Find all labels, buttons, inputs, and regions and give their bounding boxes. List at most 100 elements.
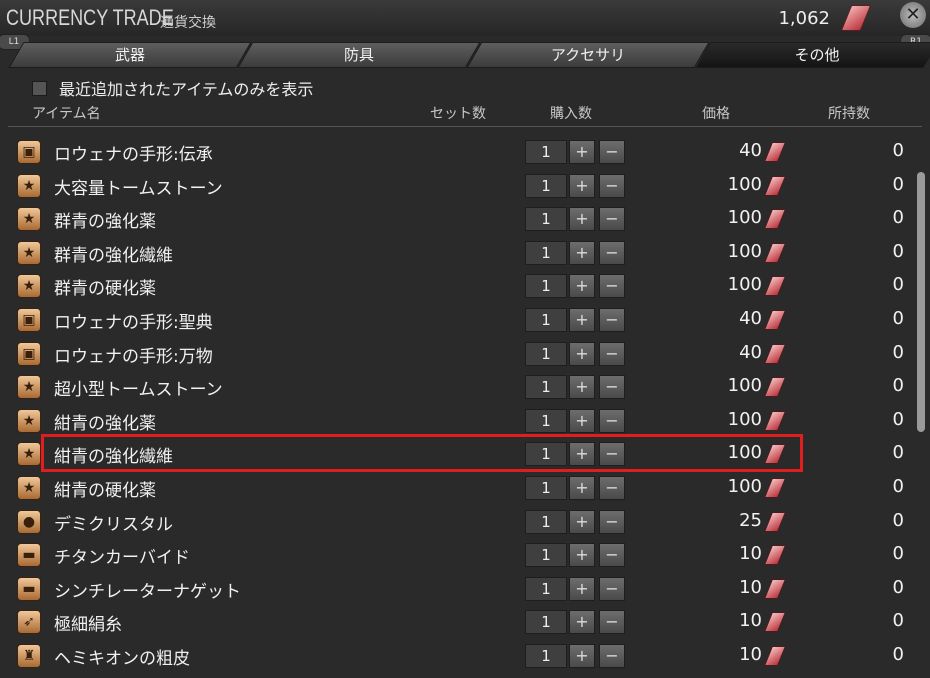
quantity-field[interactable]: 1: [525, 475, 567, 500]
decrease-button[interactable]: −: [599, 274, 625, 299]
decrease-button[interactable]: −: [599, 610, 625, 635]
increase-button[interactable]: +: [569, 240, 595, 265]
item-owned: 0: [892, 442, 904, 464]
decrease-button[interactable]: −: [599, 475, 625, 500]
decrease-button[interactable]: −: [599, 408, 625, 433]
decrease-button[interactable]: −: [599, 643, 625, 668]
quantity-field[interactable]: 1: [525, 610, 567, 635]
item-price: 10: [739, 610, 762, 632]
quantity-field[interactable]: 1: [525, 307, 567, 332]
selection-highlight: [41, 434, 803, 472]
decrease-button[interactable]: −: [599, 375, 625, 400]
tomestone-icon: [763, 477, 787, 498]
tomestone-icon: [763, 578, 787, 599]
item-name: 群青の強化繊維: [54, 245, 173, 266]
increase-button[interactable]: +: [569, 610, 595, 635]
list-item[interactable]: ● デミクリスタル 1 + − 25 0: [8, 503, 904, 537]
tomestone-icon: [763, 242, 787, 263]
tab-other[interactable]: その他: [695, 42, 930, 68]
list-item[interactable]: ▬ チタンカーバイド 1 + − 10 0: [8, 536, 904, 570]
quantity-field[interactable]: 1: [525, 408, 567, 433]
tomestone-icon: [763, 511, 787, 532]
quantity-field[interactable]: 1: [525, 643, 567, 668]
tomestone-icon: [763, 209, 787, 230]
item-name: 超小型トームストーン: [54, 380, 223, 401]
quantity-field[interactable]: 1: [525, 341, 567, 366]
quantity-field[interactable]: 1: [525, 207, 567, 232]
increase-button[interactable]: +: [569, 207, 595, 232]
decrease-button[interactable]: −: [599, 543, 625, 568]
item-price: 10: [739, 576, 762, 598]
item-name: チタンカーバイド: [54, 548, 190, 569]
decrease-button[interactable]: −: [599, 509, 625, 534]
filter-recent-only[interactable]: 最近追加されたアイテムのみを表示: [32, 77, 313, 99]
quantity-field[interactable]: 1: [525, 140, 567, 164]
increase-button[interactable]: +: [569, 543, 595, 568]
close-icon[interactable]: ✕: [900, 2, 926, 28]
increase-button[interactable]: +: [569, 576, 595, 601]
list-item[interactable]: ★ 群青の硬化薬 1 + − 100 0: [8, 267, 904, 301]
increase-button[interactable]: +: [569, 274, 595, 299]
decrease-button[interactable]: −: [599, 307, 625, 332]
quantity-field[interactable]: 1: [525, 173, 567, 198]
recent-only-checkbox[interactable]: [32, 80, 47, 96]
list-item[interactable]: ★ 群青の強化繊維 1 + − 100 0: [8, 234, 904, 268]
tomestone-icon: [763, 309, 787, 330]
list-item[interactable]: ★ 紺青の強化薬 1 + − 100 0: [8, 402, 904, 436]
list-item[interactable]: ★ 群青の強化薬 1 + − 100 0: [8, 200, 904, 234]
tomestone-icon: [763, 175, 787, 196]
increase-button[interactable]: +: [569, 475, 595, 500]
quantity-field[interactable]: 1: [525, 240, 567, 265]
item-name: 大容量トームストーン: [54, 178, 223, 199]
item-name: 紺青の硬化薬: [54, 480, 156, 501]
star-icon: ★: [17, 207, 41, 232]
quantity-field[interactable]: 1: [525, 375, 567, 400]
increase-button[interactable]: +: [569, 307, 595, 332]
scroll-thumb[interactable]: [917, 172, 925, 432]
decrease-button[interactable]: −: [599, 341, 625, 366]
list-item[interactable]: ▣ ロウェナの手形:伝承 1 + − 40 0: [8, 133, 904, 167]
list-item[interactable]: ★ 紺青の硬化薬 1 + − 100 0: [8, 469, 904, 503]
increase-button[interactable]: +: [569, 408, 595, 433]
increase-button[interactable]: +: [569, 375, 595, 400]
item-price: 100: [727, 375, 762, 397]
quantity-field[interactable]: 1: [525, 543, 567, 568]
window-title: CURRENCY TRADE: [6, 5, 174, 30]
item-price: 100: [727, 207, 762, 229]
list-item[interactable]: ♜ ヘミキオンの粗皮 1 + − 10 0: [8, 637, 904, 671]
decrease-button[interactable]: −: [599, 240, 625, 265]
item-owned: 0: [892, 207, 904, 229]
quantity-field[interactable]: 1: [525, 274, 567, 299]
quantity-field[interactable]: 1: [525, 509, 567, 534]
list-item[interactable]: ▬ シンチレーターナゲット 1 + − 10 0: [8, 570, 904, 604]
decrease-button[interactable]: −: [599, 140, 625, 164]
item-owned: 0: [892, 475, 904, 497]
increase-button[interactable]: +: [569, 140, 595, 164]
tab-accessories[interactable]: アクセサリ: [466, 42, 710, 68]
decrease-button[interactable]: −: [599, 576, 625, 601]
increase-button[interactable]: +: [569, 173, 595, 198]
window-subtitle: 通貨交換: [160, 15, 216, 31]
increase-button[interactable]: +: [569, 341, 595, 366]
list-item[interactable]: ▣ ロウェナの手形:万物 1 + − 40 0: [8, 335, 904, 369]
tab-weapons[interactable]: 武器: [8, 42, 252, 68]
item-price: 100: [727, 274, 762, 296]
increase-button[interactable]: +: [569, 509, 595, 534]
tab-armor[interactable]: 防具: [237, 42, 481, 68]
item-price: 25: [739, 509, 762, 531]
chest-icon: ▣: [17, 341, 41, 366]
list-item[interactable]: ★ 超小型トームストーン 1 + − 100 0: [8, 368, 904, 402]
list-item[interactable]: ★ 大容量トームストーン 1 + − 100 0: [8, 167, 904, 201]
decrease-button[interactable]: −: [599, 173, 625, 198]
list-item[interactable]: ▣ ロウェナの手形:聖典 1 + − 40 0: [8, 301, 904, 335]
item-list: ▣ ロウェナの手形:伝承 1 + −40 0 ★ 大容量トームストーン 1 + −100 0 ★ 群青の強…: [8, 133, 904, 671]
item-price: 100: [727, 475, 762, 497]
item-price: 40: [739, 341, 762, 363]
scrollbar[interactable]: [917, 130, 925, 670]
anvil-icon: ▬: [17, 543, 41, 568]
item-owned: 0: [892, 240, 904, 262]
list-item[interactable]: ➶ 極細絹糸 1 + − 10 0: [8, 603, 904, 637]
quantity-field[interactable]: 1: [525, 576, 567, 601]
increase-button[interactable]: +: [569, 643, 595, 668]
decrease-button[interactable]: −: [599, 207, 625, 232]
